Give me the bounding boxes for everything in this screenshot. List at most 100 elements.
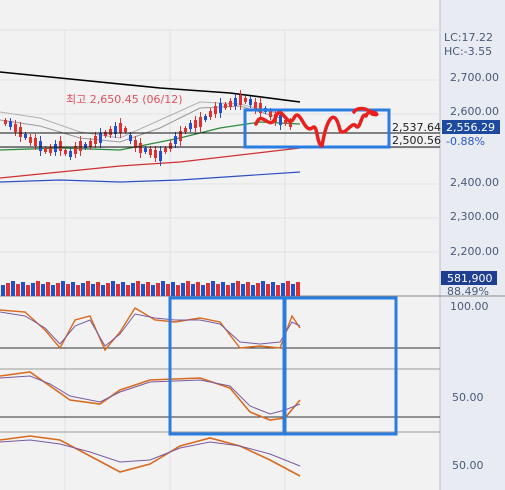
volume-bar	[121, 282, 125, 296]
y-tick-label: 2,700.00	[450, 71, 499, 84]
candle-body	[89, 141, 92, 147]
volume-bar	[266, 284, 270, 296]
volume-bar	[6, 283, 10, 296]
volume-bar	[286, 281, 290, 296]
candle-body	[9, 121, 12, 127]
volume-bar	[51, 285, 55, 296]
markup-box-indicators-right	[283, 296, 398, 436]
candle-body	[234, 98, 237, 106]
volume-bar	[211, 281, 215, 296]
candle-body	[49, 147, 52, 153]
volume-bar	[246, 282, 250, 296]
candle-body	[159, 151, 162, 161]
volume-bar	[251, 285, 255, 296]
volume-bar	[81, 283, 85, 296]
candle-body	[219, 103, 222, 113]
volume-bar	[91, 284, 95, 296]
high-annotation: 최고 2,650.45 (06/12)	[66, 93, 183, 106]
volume-bar	[291, 284, 295, 296]
volume-bar	[166, 284, 170, 296]
candle-body	[54, 144, 57, 152]
candle-body	[169, 143, 172, 149]
candle-body	[99, 133, 102, 143]
volume-bar	[1, 285, 5, 296]
candle-body	[164, 148, 167, 152]
volume-bar	[66, 284, 70, 296]
candle-body	[24, 134, 27, 138]
reference-label-upper: 2,537.64	[392, 121, 441, 134]
moving-average-line	[0, 105, 281, 143]
candle-body	[249, 99, 252, 105]
volume-bar	[31, 283, 35, 296]
moving-average-lines	[0, 71, 301, 183]
volume-bar	[161, 281, 165, 296]
candle-body	[4, 120, 7, 124]
volume-bar	[36, 281, 40, 296]
volume-bar	[231, 283, 235, 296]
volume-bar	[156, 283, 160, 296]
volume-bar	[106, 283, 110, 296]
volume-bar	[76, 285, 80, 296]
candle-body	[204, 116, 207, 120]
candle-body	[184, 128, 187, 132]
y-tick-label: 2,200.00	[450, 245, 499, 258]
volume-bar	[116, 284, 120, 296]
volume-bar	[191, 284, 195, 296]
hc-label: HC:-3.55	[444, 45, 492, 58]
volume-bar	[151, 285, 155, 296]
candle-body	[119, 123, 122, 133]
candle-body	[44, 148, 47, 152]
indicator1-tick: 100.00	[450, 300, 489, 313]
volume-bar	[56, 283, 60, 296]
y-tick-label: 2,400.00	[450, 176, 499, 189]
volume-bar	[236, 281, 240, 296]
volume-percent-label: 88.49%	[447, 285, 489, 298]
candle-body	[144, 148, 147, 152]
volume-bar	[296, 282, 300, 296]
candle-body	[124, 128, 127, 132]
candle-body	[139, 143, 142, 153]
candle-body	[94, 136, 97, 144]
volume-bar	[141, 284, 145, 296]
change-percent-label: -0.88%	[446, 135, 485, 148]
candle-body	[79, 141, 82, 151]
volume-bar	[71, 282, 75, 296]
volume-value-label: 581,900	[447, 272, 493, 285]
volume-bar	[216, 284, 220, 296]
candle-body	[149, 149, 152, 155]
candle-body	[199, 117, 202, 127]
volume-bar	[181, 283, 185, 296]
volume-bar	[46, 282, 50, 296]
indicator3-tick: 50.00	[452, 459, 484, 472]
volume-bar	[21, 282, 25, 296]
volume-bar	[131, 283, 135, 296]
candle-body	[14, 124, 17, 132]
indicator-lines	[0, 307, 301, 477]
volume-bar	[146, 282, 150, 296]
volume-bar	[271, 282, 275, 296]
markup-box-indicators-left	[168, 296, 286, 436]
volume-bar	[111, 281, 115, 296]
y-tick-label: 2,600.00	[450, 105, 499, 118]
candle-body	[174, 136, 177, 144]
candle-body	[214, 106, 217, 114]
stock-chart: LC:17.22 HC:-3.55 2,700.00 2,600.00 2,40…	[0, 0, 505, 490]
volume-bar	[221, 282, 225, 296]
volume-bar	[61, 281, 65, 296]
indicator2-tick: 50.00	[452, 391, 484, 404]
candle-body	[209, 111, 212, 117]
volume-bar	[206, 283, 210, 296]
volume-bar	[241, 284, 245, 296]
volume-bar	[186, 281, 190, 296]
volume-bar	[126, 285, 130, 296]
volume-bar	[11, 281, 15, 296]
volume-bar	[256, 283, 260, 296]
candle-body	[279, 115, 282, 125]
candle-body	[39, 141, 42, 151]
volume-bar	[16, 284, 20, 296]
y-tick-label: 2,300.00	[450, 210, 499, 223]
indicator1-d-line	[0, 311, 301, 347]
volume-bar	[276, 285, 280, 296]
candle-body	[64, 150, 67, 154]
volume-bar	[171, 282, 175, 296]
